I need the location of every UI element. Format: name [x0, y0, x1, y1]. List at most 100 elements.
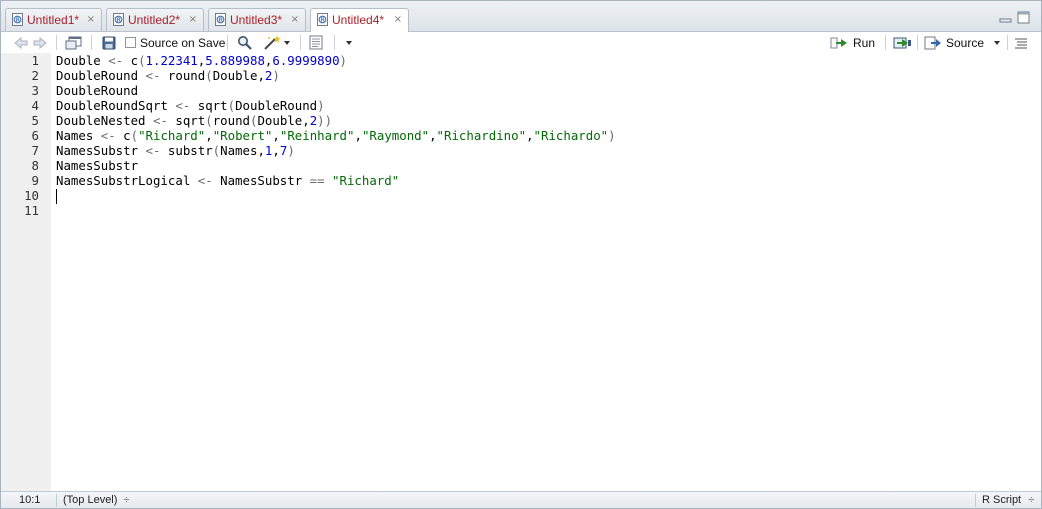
svg-text:R: R — [16, 17, 20, 24]
tab-untitled3[interactable]: R Untitled3* × — [208, 8, 306, 31]
code-token: ( — [138, 53, 146, 68]
code-line[interactable]: Double <- c(1.22341,5.889988,6.9999890) — [56, 53, 347, 68]
close-icon[interactable]: × — [87, 13, 95, 27]
code-line[interactable]: NamesSubstr <- substr(Names,1,7) — [56, 143, 295, 158]
run-label: Run — [853, 35, 876, 50]
code-token: <- — [100, 53, 131, 68]
status-divider — [975, 494, 976, 507]
code-token: <- — [167, 98, 198, 113]
close-icon[interactable]: × — [394, 13, 402, 27]
code-token: "Richard" — [332, 173, 400, 188]
code-token: NamesSubstr — [56, 158, 139, 173]
code-token: round — [167, 68, 206, 83]
scope-dropdown[interactable]: (Top Level) ÷ — [63, 493, 130, 508]
file-type-dropdown[interactable]: R Script ÷ — [982, 493, 1034, 508]
rerun-icon — [893, 37, 911, 48]
code-tools-button[interactable] — [263, 34, 291, 51]
code-line[interactable]: DoubleRound <- round(Double,2) — [56, 68, 280, 83]
toolbar-divider — [300, 35, 301, 50]
line-number: 10 — [24, 188, 39, 203]
minimize-icon[interactable] — [999, 11, 1012, 24]
code-token: ( — [227, 98, 236, 113]
find-button[interactable] — [237, 34, 253, 51]
save-button[interactable] — [102, 34, 116, 51]
r-document-icon: R — [317, 13, 328, 26]
source-button[interactable]: Source — [924, 34, 1001, 51]
code-token: , — [429, 128, 437, 143]
outline-button[interactable] — [1014, 34, 1028, 51]
toolbar-divider — [91, 35, 92, 50]
compile-report-button[interactable] — [308, 34, 324, 51]
source-icon — [924, 36, 941, 49]
chevron-down-icon[interactable] — [993, 39, 1001, 47]
code-token: , — [205, 128, 213, 143]
r-document-icon: R — [113, 13, 124, 26]
code-token: NamesSubstr — [56, 143, 139, 158]
outline-lines-icon — [1015, 38, 1027, 48]
line-number: 5 — [31, 113, 39, 128]
toolbar-divider — [917, 35, 918, 50]
code-token: == — [302, 173, 333, 188]
code-token: DoubleNested — [56, 113, 146, 128]
back-button[interactable] — [13, 34, 29, 51]
run-button[interactable]: Run — [830, 34, 875, 51]
rerun-button[interactable] — [893, 34, 913, 51]
toolbar-divider — [334, 35, 335, 50]
code-token: <- — [138, 68, 168, 83]
magic-wand-icon — [264, 34, 281, 50]
svg-text:R: R — [321, 17, 325, 24]
code-token: "Raymond" — [361, 128, 430, 143]
code-line[interactable]: NamesSubstr — [56, 158, 138, 173]
svg-text:R: R — [219, 17, 223, 24]
toolbar-divider — [1007, 35, 1008, 50]
show-in-new-window-button[interactable] — [65, 34, 83, 51]
chevron-down-icon — [346, 40, 352, 45]
code-line[interactable]: DoubleRoundSqrt <- sqrt(DoubleRound) — [56, 98, 325, 113]
code-line[interactable]: DoubleRound — [56, 83, 138, 98]
more-options-button[interactable] — [345, 34, 353, 51]
source-on-save-checkbox[interactable] — [125, 37, 136, 48]
code-token: ( — [130, 128, 139, 143]
code-line[interactable]: DoubleNested <- sqrt(round(Double,2)) — [56, 113, 332, 128]
close-icon[interactable]: × — [189, 13, 197, 27]
file-type-label: R Script — [982, 494, 1022, 506]
maximize-icon[interactable] — [1017, 11, 1030, 24]
line-number: 2 — [31, 68, 39, 83]
tab-label: Untitled2* — [128, 13, 181, 27]
code-token: Double — [56, 53, 101, 68]
line-number: 8 — [31, 158, 39, 173]
code-token: DoubleRoundSqrt — [56, 98, 168, 113]
code-token: round — [212, 113, 250, 128]
code-token: "Reinhard" — [279, 128, 355, 143]
tab-untitled1[interactable]: R Untitled1* × — [5, 8, 102, 31]
compile-report-icon — [309, 35, 323, 50]
code-token: , — [354, 128, 362, 143]
line-number: 1 — [31, 53, 39, 68]
code-token: DoubleRound — [56, 68, 139, 83]
tab-untitled2[interactable]: R Untitled2* × — [106, 8, 204, 31]
editor-toolbar: Source on Save Run Source — [1, 32, 1041, 54]
code-token: substr — [167, 143, 213, 158]
close-icon[interactable]: × — [291, 13, 299, 27]
code-token: )) — [317, 113, 333, 128]
forward-button[interactable] — [32, 34, 48, 51]
code-token: "Richardino" — [436, 128, 527, 143]
code-token: c — [130, 53, 139, 68]
code-line[interactable]: Names <- c("Richard","Robert","Reinhard"… — [56, 128, 616, 143]
code-editor[interactable]: Double <- c(1.22341,5.889988,6.9999890) D… — [51, 53, 1041, 491]
code-token: ) — [608, 128, 616, 143]
code-token: , — [272, 128, 280, 143]
code-line[interactable]: NamesSubstrLogical <- NamesSubstr == "Ri… — [56, 173, 399, 188]
tab-untitled4[interactable]: R Untitled4* × — [310, 8, 409, 32]
line-number: 9 — [31, 173, 39, 188]
line-number: 6 — [31, 128, 39, 143]
find-search-icon — [238, 36, 252, 50]
code-token: sqrt — [197, 98, 228, 113]
code-token: ( — [205, 113, 213, 128]
line-number: 4 — [31, 98, 39, 113]
code-token: DoubleRound — [235, 98, 318, 113]
code-token: 5.889988 — [205, 53, 265, 68]
code-token: 6.9999890 — [272, 53, 340, 68]
line-number: 7 — [31, 143, 39, 158]
source-on-save-toggle[interactable]: Source on Save — [125, 34, 225, 51]
